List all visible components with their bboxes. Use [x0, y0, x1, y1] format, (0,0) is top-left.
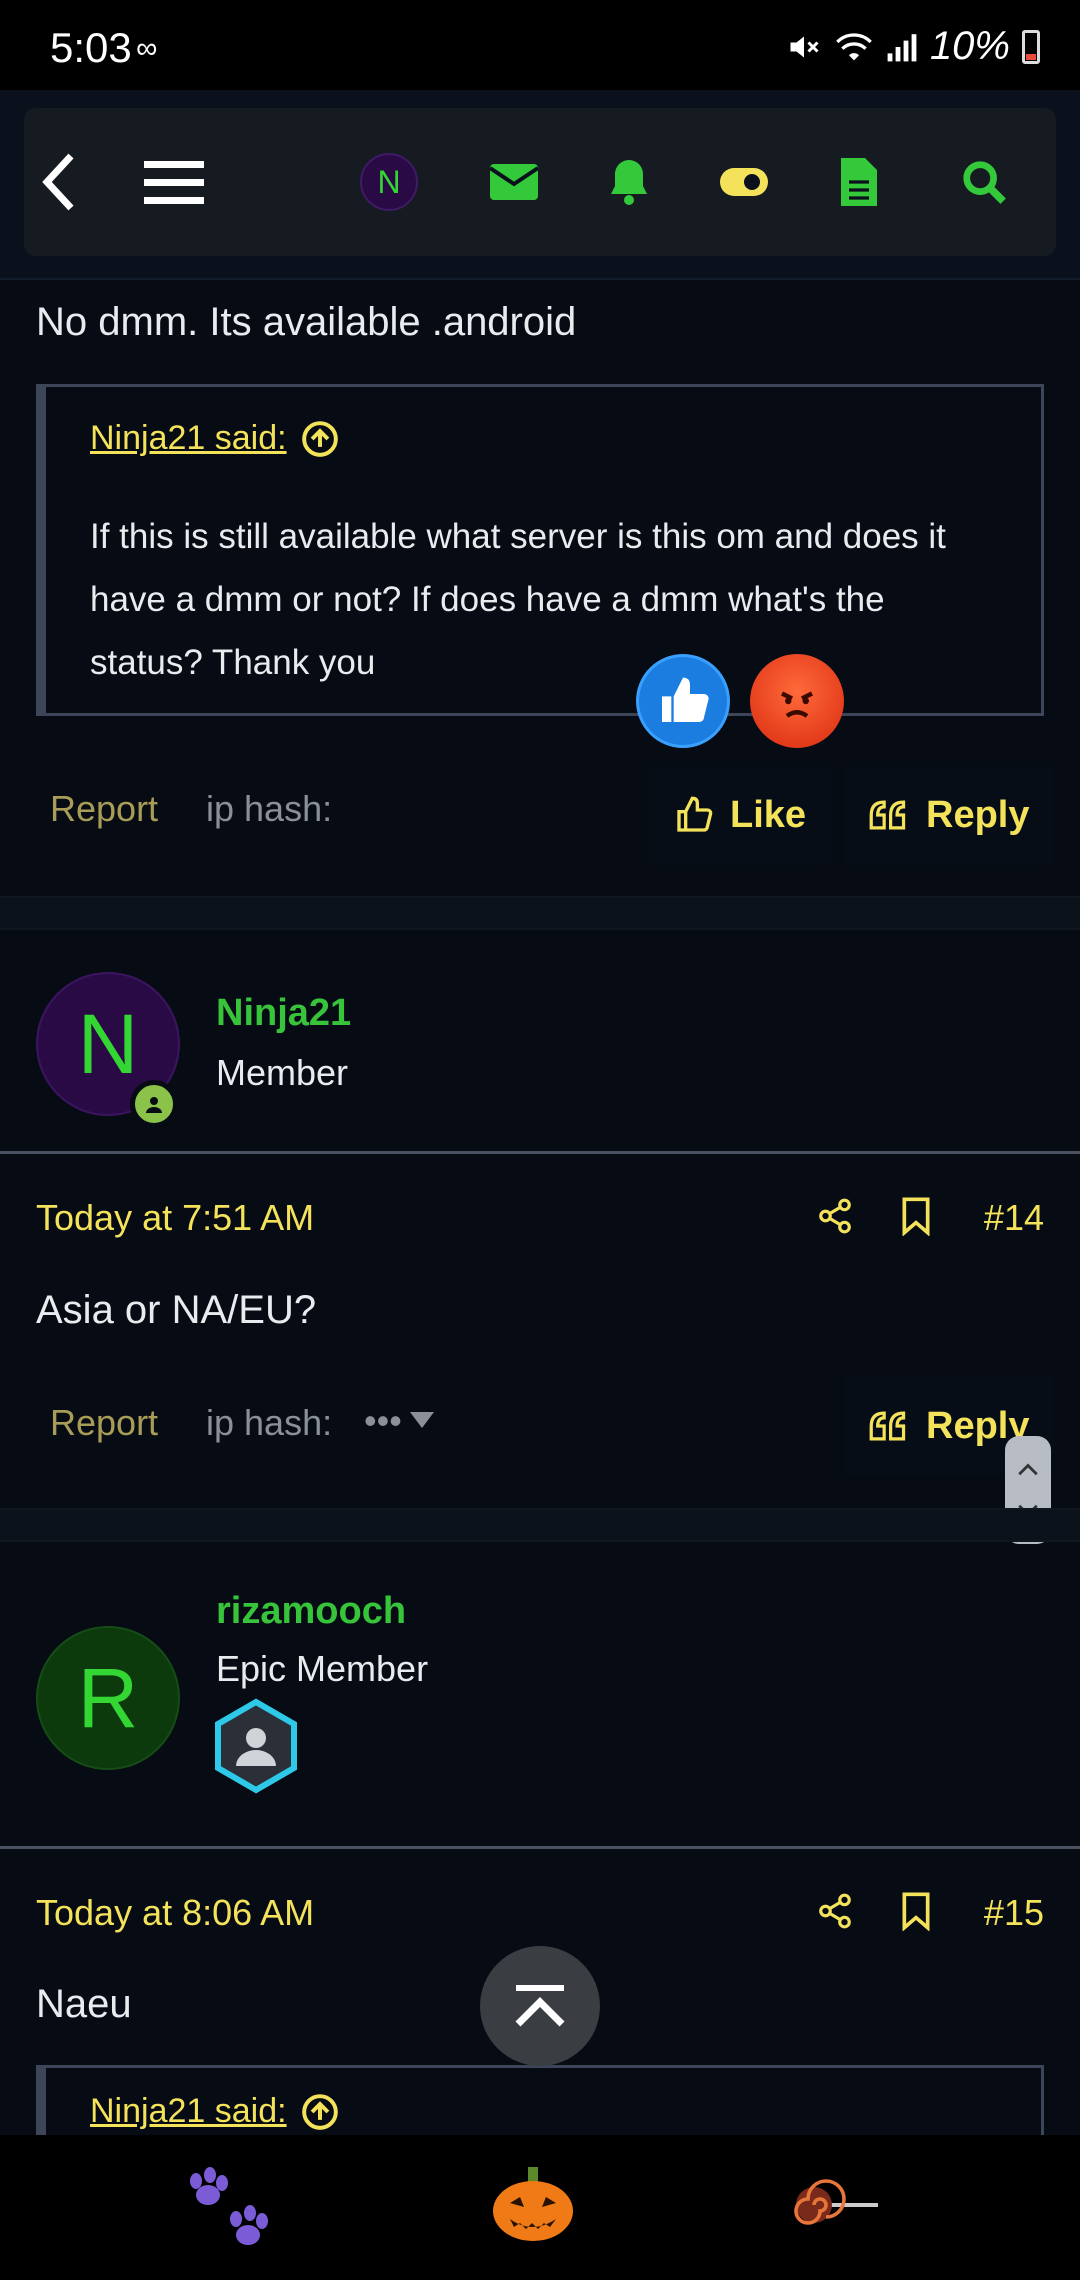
reply-label: Reply — [926, 793, 1030, 836]
username[interactable]: Ninja21 — [216, 992, 351, 1035]
bell-icon — [611, 160, 647, 205]
arrow-up-icon — [515, 1985, 565, 2027]
like-button[interactable]: Like — [650, 765, 831, 865]
alerts-button[interactable] — [594, 108, 664, 256]
quote-icon — [869, 1411, 906, 1441]
status-time: 5:03 — [50, 24, 132, 71]
search-icon — [963, 161, 1006, 204]
post-number[interactable]: #15 — [984, 1892, 1044, 1934]
pumpkin-button[interactable] — [490, 2163, 580, 2253]
paw-icon — [190, 2167, 268, 2245]
quote-author[interactable]: Ninja21 said: — [90, 419, 339, 458]
back-icon — [42, 153, 74, 211]
report-link[interactable]: Report — [50, 1402, 158, 1444]
post-body: Asia or NA/EU? — [36, 1288, 317, 1332]
document-icon — [841, 158, 877, 206]
post-date[interactable]: Today at 8:06 AM — [36, 1892, 314, 1934]
avatar: N — [360, 153, 418, 211]
post-date[interactable]: Today at 7:51 AM — [36, 1197, 314, 1239]
username[interactable]: rizamooch — [216, 1590, 406, 1633]
avatar[interactable]: R — [36, 1626, 180, 1770]
voicemail-icon: ∞ — [136, 32, 158, 65]
account-button[interactable]: N — [354, 108, 424, 256]
user-separator — [0, 1151, 1080, 1154]
bottom-nav — [0, 2135, 1080, 2280]
angry-reaction-icon[interactable] — [750, 654, 844, 748]
lollipop-button[interactable] — [790, 2175, 890, 2245]
signal-icon — [887, 33, 917, 61]
quote-text: If this is still available what server i… — [90, 517, 946, 682]
wifi-icon — [836, 32, 872, 60]
like-reaction-icon[interactable] — [636, 654, 730, 748]
style-toggle-button[interactable] — [704, 108, 784, 256]
scroll-to-top-button[interactable] — [480, 1946, 600, 2066]
user-separator — [0, 1846, 1080, 1849]
toggle-icon — [720, 168, 768, 196]
lollipop-icon — [794, 2179, 878, 2225]
thumbs-up-icon — [677, 796, 713, 832]
ip-hash-label: ip hash: — [206, 1402, 333, 1443]
quote-block: Ninja21 said: If this is still available… — [36, 384, 1044, 716]
status-bar: 5:03 ∞ 10% — [0, 0, 1080, 90]
arrow-up-circle-icon[interactable] — [301, 420, 339, 458]
like-label: Like — [730, 793, 807, 836]
report-link[interactable]: Report — [50, 788, 158, 830]
post-divider — [0, 896, 1080, 930]
arrow-up-circle-icon[interactable] — [301, 2093, 339, 2131]
pumpkin-icon — [493, 2167, 573, 2241]
nav-bar: N — [24, 108, 1056, 256]
ip-hash-more[interactable]: ••• — [364, 1400, 402, 1442]
back-button[interactable] — [24, 108, 94, 256]
mail-icon — [490, 164, 538, 200]
quote-author[interactable]: Ninja21 said: — [90, 2092, 339, 2131]
paws-button[interactable] — [180, 2165, 290, 2255]
caret-down-icon[interactable] — [410, 1412, 434, 1428]
share-icon[interactable] — [816, 1196, 854, 1236]
quote-icon — [869, 800, 906, 830]
bookmark-icon[interactable] — [900, 1891, 932, 1931]
online-status-icon — [130, 1080, 178, 1128]
post-body: No dmm. Its available .android — [36, 300, 577, 344]
search-button[interactable] — [944, 108, 1024, 256]
bookmark-icon[interactable] — [900, 1196, 932, 1236]
whats-new-button[interactable] — [824, 108, 894, 256]
menu-button[interactable] — [134, 108, 214, 256]
menu-icon — [144, 161, 204, 204]
mute-icon — [790, 36, 819, 57]
ip-hash-label: ip hash: — [206, 788, 333, 829]
member-badge-icon — [215, 1698, 297, 1794]
battery-percent: 10% — [929, 24, 1010, 68]
top-nav: N — [0, 90, 1080, 280]
battery-icon — [1022, 29, 1040, 64]
post-number[interactable]: #14 — [984, 1197, 1044, 1239]
reply-button[interactable]: Reply — [844, 765, 1054, 865]
quote-block: Ninja21 said: — [36, 2065, 1044, 2135]
user-title: Epic Member — [216, 1648, 429, 1689]
share-icon[interactable] — [816, 1891, 854, 1931]
post-divider — [0, 1508, 1080, 1542]
chevron-up-icon[interactable] — [1017, 1462, 1039, 1476]
user-title: Member — [216, 1052, 349, 1093]
post-body: Naeu — [36, 1982, 132, 2026]
inbox-button[interactable] — [474, 108, 554, 256]
